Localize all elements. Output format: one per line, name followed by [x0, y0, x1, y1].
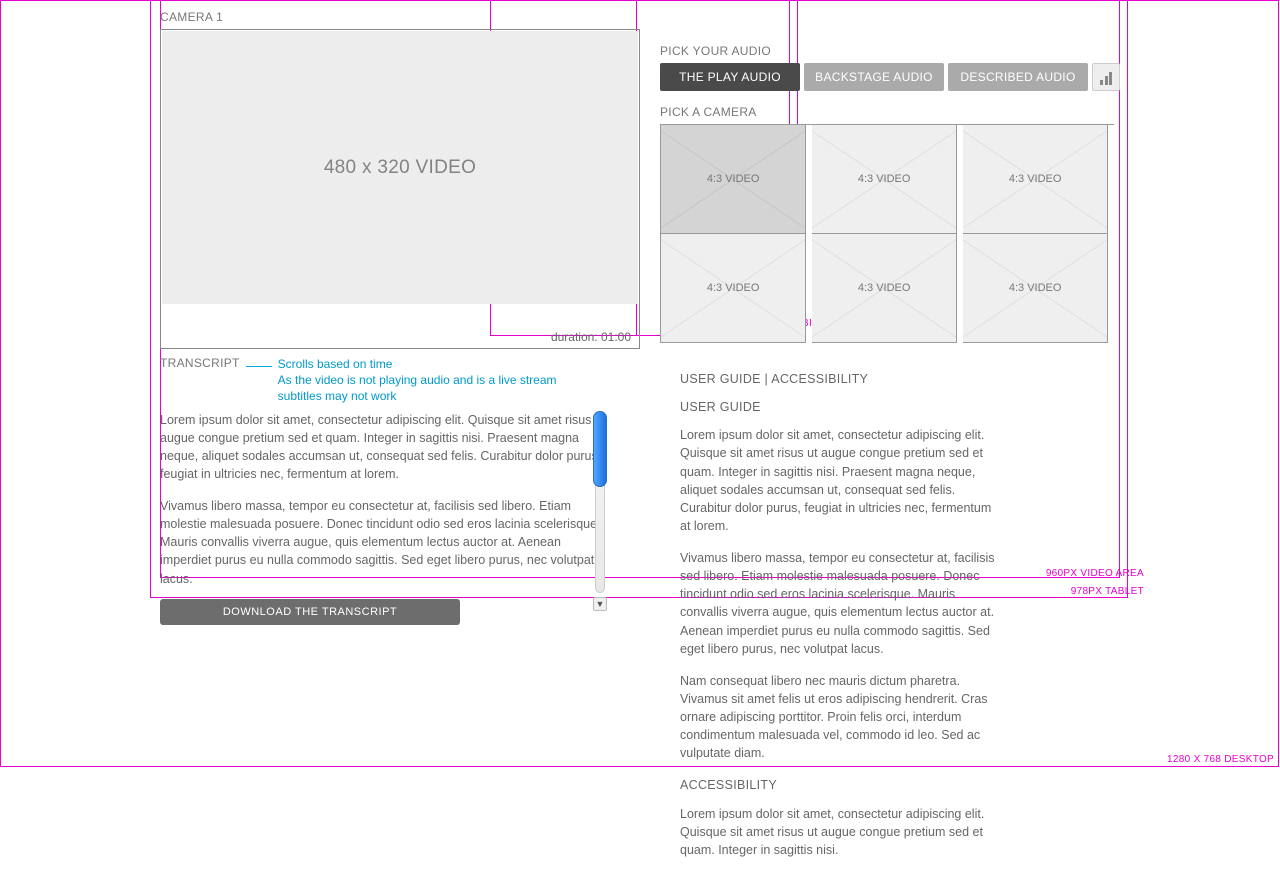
guide-p2: Vivamus libero massa, tempor eu consecte…	[680, 549, 1000, 658]
camera-cell-label: 4:3 VIDEO	[707, 173, 760, 185]
guide-heading: USER GUIDE | ACCESSIBILITY	[680, 370, 1100, 388]
camera-cell-1[interactable]: 4:3 VIDEO	[661, 125, 806, 234]
camera-cell-6[interactable]: 4:3 VIDEO	[963, 234, 1108, 343]
guide-label-desktop: 1280 X 768 DESKTOP	[1167, 754, 1274, 765]
main-video-frame[interactable]: 480 x 320 VIDEO duration: 01:00	[160, 29, 640, 349]
video-placeholder: 480 x 320 VIDEO	[162, 31, 638, 304]
guide-p3: Nam consequat libero nec mauris dictum p…	[680, 672, 1000, 763]
transcript-note-1: Scrolls based on time	[278, 356, 588, 372]
guide-sub-userguide: USER GUIDE	[680, 398, 1100, 416]
transcript-heading: TRANSCRIPT	[160, 356, 240, 370]
transcript-annotation: Scrolls based on time As the video is no…	[278, 356, 588, 405]
guide-p4: Lorem ipsum dolor sit amet, consectetur …	[680, 805, 1000, 859]
camera-label: CAMERA 1	[160, 10, 640, 24]
audio-option-described[interactable]: DESCRIBED AUDIO	[948, 63, 1088, 91]
audio-option-play[interactable]: THE PLAY AUDIO	[660, 63, 800, 91]
scroll-down-icon[interactable]: ▼	[593, 597, 607, 611]
video-duration: duration: 01:00	[551, 330, 631, 344]
guide-sub-accessibility: ACCESSIBILITY	[680, 776, 1100, 794]
annotation-line	[246, 366, 272, 367]
audio-options-row: THE PLAY AUDIO BACKSTAGE AUDIO DESCRIBED…	[660, 63, 1120, 91]
bars-icon	[1100, 72, 1112, 85]
pick-camera-heading: PICK A CAMERA	[660, 105, 1120, 119]
camera-cell-label: 4:3 VIDEO	[707, 282, 760, 294]
download-transcript-button[interactable]: DOWNLOAD THE TRANSCRIPT	[160, 599, 460, 625]
camera-cell-5[interactable]: 4:3 VIDEO	[812, 234, 957, 343]
transcript-p1: Lorem ipsum dolor sit amet, consectetur …	[160, 411, 610, 484]
transcript-text: Lorem ipsum dolor sit amet, consectetur …	[160, 411, 610, 588]
guide-p1: Lorem ipsum dolor sit amet, consectetur …	[680, 426, 1000, 535]
camera-cell-4[interactable]: 4:3 VIDEO	[661, 234, 806, 343]
camera-cell-label: 4:3 VIDEO	[1009, 282, 1062, 294]
transcript-scrollbar[interactable]: ▼	[593, 411, 607, 611]
camera-grid: 4:3 VIDEO 4:3 VIDEO 4:3 VIDEO 4:3 VIDEO …	[660, 124, 1114, 343]
audio-option-backstage[interactable]: BACKSTAGE AUDIO	[804, 63, 944, 91]
camera-cell-label: 4:3 VIDEO	[858, 173, 911, 185]
transcript-p2: Vivamus libero massa, tempor eu consecte…	[160, 497, 610, 588]
volume-icon[interactable]	[1092, 63, 1120, 91]
camera-cell-3[interactable]: 4:3 VIDEO	[963, 125, 1108, 234]
transcript-note-2: As the video is not playing audio and is…	[278, 372, 588, 404]
camera-cell-label: 4:3 VIDEO	[858, 282, 911, 294]
camera-cell-label: 4:3 VIDEO	[1009, 173, 1062, 185]
camera-cell-2[interactable]: 4:3 VIDEO	[812, 125, 957, 234]
pick-audio-heading: PICK YOUR AUDIO	[660, 44, 1120, 58]
scroll-thumb[interactable]	[593, 411, 607, 487]
